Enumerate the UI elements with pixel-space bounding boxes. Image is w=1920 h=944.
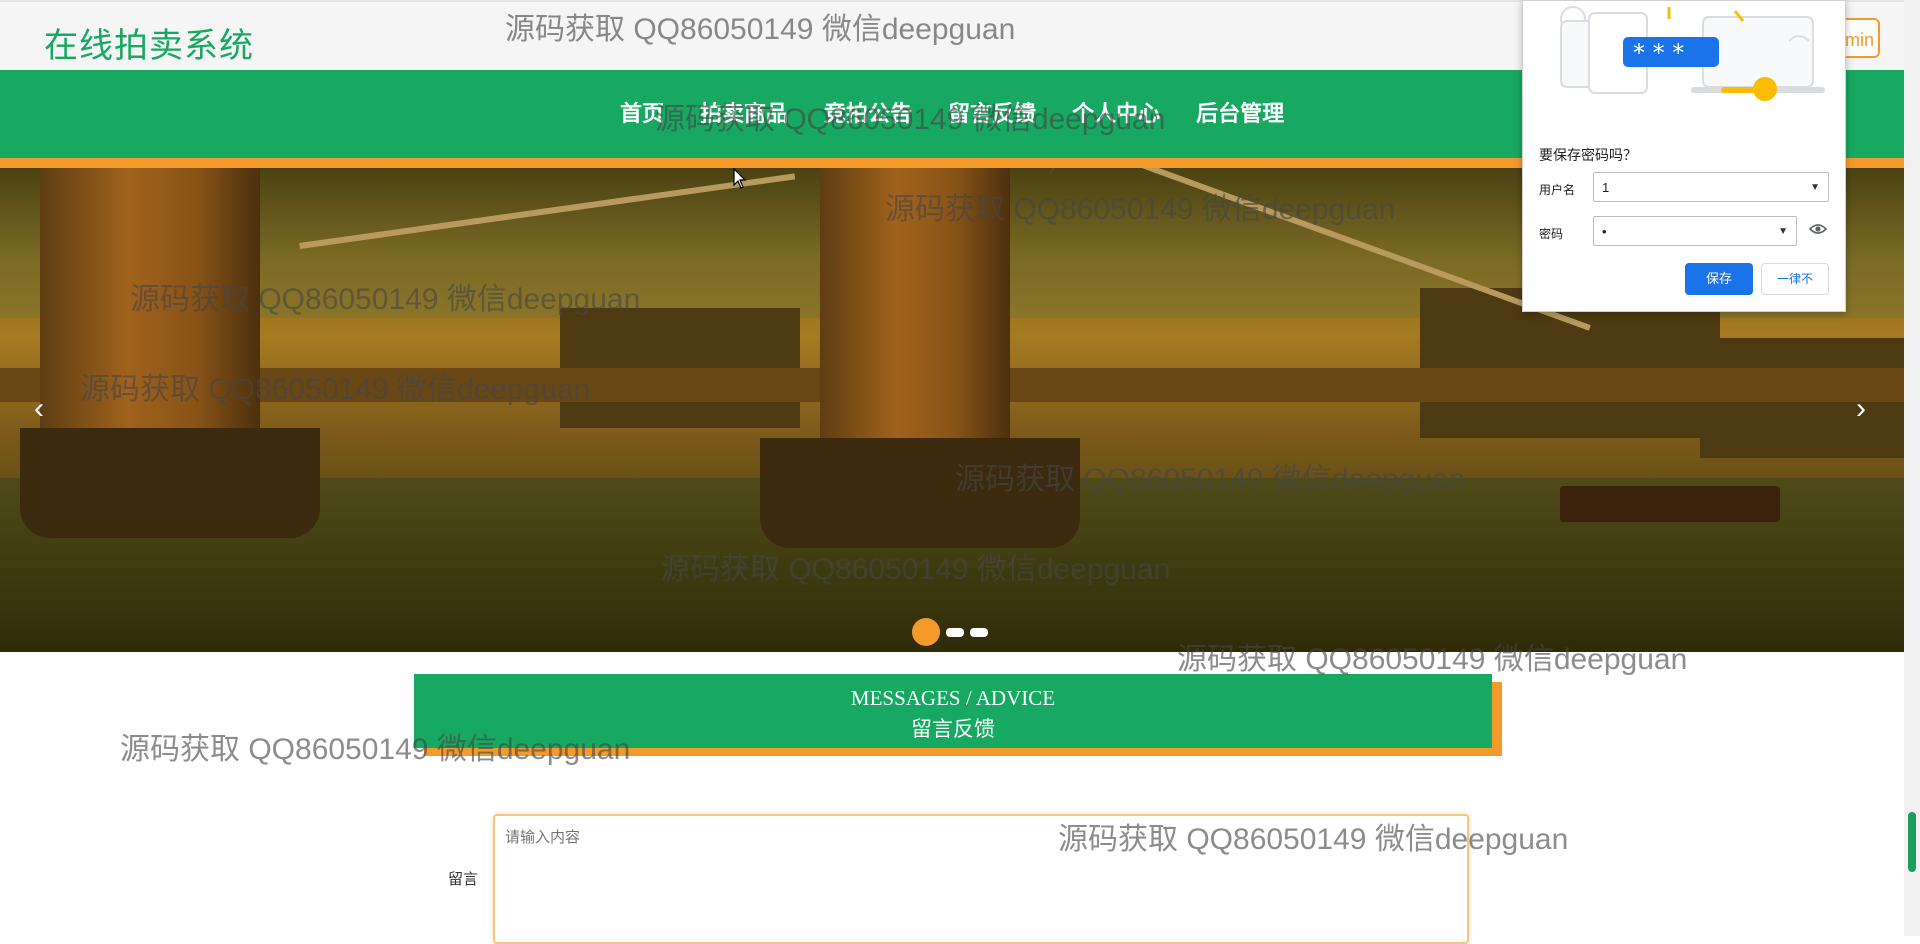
password-illustration-icon: * * * <box>1560 6 1825 101</box>
mouse-cursor-icon <box>733 168 747 189</box>
bridge-pier <box>760 438 1080 548</box>
username-select[interactable]: 1 ▼ <box>1593 172 1829 202</box>
scrollbar-thumb[interactable] <box>1908 812 1916 872</box>
banner-boat <box>1560 486 1780 522</box>
carousel-indicator[interactable] <box>970 627 988 637</box>
password-select[interactable]: • ▼ <box>1593 216 1797 246</box>
carousel-indicator[interactable] <box>946 627 964 637</box>
save-password-button[interactable]: 保存 <box>1685 263 1753 295</box>
nav-item-personal-center[interactable]: 个人中心 <box>1072 96 1160 128</box>
chevron-down-icon: ▼ <box>1810 182 1820 193</box>
carousel-indicators <box>912 618 988 646</box>
nav-item-feedback[interactable]: 留言反馈 <box>948 96 1036 128</box>
section-title-cn: 留言反馈 <box>911 717 995 741</box>
eye-icon[interactable] <box>1809 223 1827 235</box>
carousel-next-arrow[interactable]: › <box>1856 392 1866 426</box>
section-header: MESSAGES / ADVICE 留言反馈 <box>414 674 1492 748</box>
save-password-popup: * * * 要保存密码吗？ 用户名 1 ▼ 密码 • ▼ 保存 一律不 <box>1522 0 1846 312</box>
bridge-pier <box>20 428 320 538</box>
carousel-prev-arrow[interactable]: ‹ <box>34 392 44 426</box>
password-value: • <box>1602 224 1607 239</box>
nav-item-home[interactable]: 首页 <box>620 96 664 128</box>
password-label: 密码 <box>1539 227 1564 241</box>
chevron-down-icon: ▼ <box>1778 226 1788 237</box>
illustration-stars: * * * <box>1633 39 1684 67</box>
page-scrollbar[interactable] <box>1904 0 1920 936</box>
message-textarea[interactable] <box>493 814 1469 944</box>
site-title: 在线拍卖系统 <box>44 27 254 65</box>
nav-item-admin[interactable]: 后台管理 <box>1196 96 1284 128</box>
bridge-tower-left <box>40 168 260 458</box>
section-title-en: MESSAGES / ADVICE <box>850 686 1056 710</box>
username-label: 用户名 <box>1539 183 1576 197</box>
never-save-button[interactable]: 一律不 <box>1761 263 1829 295</box>
nav-item-auction-goods[interactable]: 拍卖商品 <box>700 96 788 128</box>
carousel-indicator-active[interactable] <box>912 618 940 646</box>
save-password-question: 要保存密码吗？ <box>1539 147 1637 163</box>
message-label: 留言 <box>448 871 479 888</box>
nav-item-auction-notice[interactable]: 竞拍公告 <box>824 96 912 128</box>
username-value: 1 <box>1602 180 1610 195</box>
bridge-tower-right <box>820 168 1010 468</box>
